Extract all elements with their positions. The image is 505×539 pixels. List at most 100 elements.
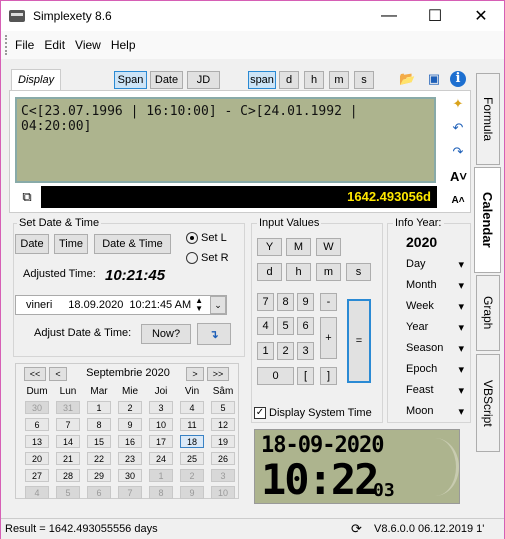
key-8[interactable]: 8 — [277, 293, 294, 311]
calendar-day[interactable]: 9 — [180, 486, 204, 499]
calendar-day[interactable]: 6 — [87, 486, 111, 499]
info-season-dropdown[interactable]: Season ▾ — [394, 342, 464, 355]
unit-span-button[interactable]: span — [248, 71, 276, 89]
mode-date-button[interactable]: Date — [150, 71, 183, 89]
calendar-day[interactable]: 6 — [25, 418, 49, 431]
calendar-day[interactable]: 4 — [180, 401, 204, 414]
unit-s-button[interactable]: s — [354, 71, 374, 89]
calendar-day[interactable]: 9 — [118, 418, 142, 431]
key-3[interactable]: 3 — [297, 342, 314, 360]
key-0[interactable]: 0 — [257, 367, 294, 385]
apply-arrow-icon[interactable]: ↴ — [197, 323, 231, 345]
calendar-day[interactable]: 5 — [211, 401, 235, 414]
unit-d-button[interactable]: d — [279, 71, 299, 89]
font-smaller-icon[interactable]: A˄ — [450, 193, 466, 209]
menu-file[interactable]: File — [15, 38, 34, 52]
key-2[interactable]: 2 — [277, 342, 294, 360]
set-r-radio[interactable]: Set R — [186, 252, 229, 264]
calendar-day[interactable]: 15 — [87, 435, 111, 448]
calendar-day[interactable]: 3 — [149, 401, 173, 414]
tab-vbscript[interactable]: VBScript — [476, 354, 500, 452]
key-open-bracket[interactable]: [ — [297, 367, 314, 385]
system-time-checkbox[interactable]: ✓ Display System Time — [254, 407, 372, 419]
calendar-day[interactable]: 10 — [211, 486, 235, 499]
unit-h-button[interactable]: h — [304, 71, 324, 89]
input-h-button[interactable]: h — [286, 263, 311, 281]
maximize-button[interactable]: ☐ — [412, 1, 458, 31]
calendar-day[interactable]: 8 — [87, 418, 111, 431]
redo-icon[interactable]: ↷ — [450, 144, 466, 160]
key-6[interactable]: 6 — [297, 317, 314, 335]
calendar-day[interactable]: 31 — [56, 401, 80, 414]
set-datetime-button[interactable]: Date & Time — [94, 234, 171, 254]
month-calendar[interactable]: << < Septembrie 2020 > >> Dum Lun Mar Mie Jo… — [15, 363, 239, 499]
calendar-day[interactable]: 2 — [180, 469, 204, 482]
info-day-dropdown[interactable]: Day ▾ — [394, 258, 464, 271]
tab-graph[interactable]: Graph — [476, 275, 500, 351]
calendar-day[interactable]: 26 — [211, 452, 235, 465]
input-w-button[interactable]: W — [316, 238, 341, 256]
save-icon[interactable]: ▣ — [426, 71, 442, 87]
input-y-button[interactable]: Y — [257, 238, 282, 256]
calendar-day[interactable]: 1 — [87, 401, 111, 414]
key-7[interactable]: 7 — [257, 293, 274, 311]
calendar-dropdown-icon[interactable]: ⌄ — [210, 296, 226, 314]
copy-icon[interactable]: ⧉ — [19, 189, 35, 205]
close-button[interactable]: ✕ — [458, 1, 504, 31]
calendar-day[interactable]: 7 — [118, 486, 142, 499]
font-larger-icon[interactable]: A˅ — [450, 169, 467, 185]
menu-help[interactable]: Help — [111, 38, 136, 52]
input-s-button[interactable]: s — [346, 263, 371, 281]
key-9[interactable]: 9 — [297, 293, 314, 311]
calendar-day[interactable]: 25 — [180, 452, 204, 465]
calendar-day[interactable]: 13 — [25, 435, 49, 448]
spinner-icon[interactable]: ▲ ▼ — [195, 297, 203, 313]
undo-icon[interactable]: ↶ — [450, 120, 466, 136]
calendar-day[interactable]: 12 — [211, 418, 235, 431]
key-5[interactable]: 5 — [277, 317, 294, 335]
datetime-picker[interactable]: vineri 18.09.2020 10:21:45 AM ▲ ▼ — [15, 295, 227, 315]
key-4[interactable]: 4 — [257, 317, 274, 335]
calendar-day[interactable]: 21 — [56, 452, 80, 465]
calendar-day[interactable]: 8 — [149, 486, 173, 499]
key-equals[interactable]: = — [347, 299, 371, 383]
info-epoch-dropdown[interactable]: Epoch ▾ — [394, 363, 464, 376]
calendar-day[interactable]: 18 — [180, 435, 204, 448]
info-week-dropdown[interactable]: Week ▾ — [394, 300, 464, 313]
tab-display[interactable]: Display — [11, 69, 61, 91]
info-month-dropdown[interactable]: Month ▾ — [394, 279, 464, 292]
tab-formula[interactable]: Formula — [476, 73, 500, 165]
mode-span-button[interactable]: Span — [114, 71, 147, 89]
refresh-icon[interactable]: ⟳ — [351, 521, 362, 537]
info-moon-dropdown[interactable]: Moon ▾ — [394, 405, 464, 418]
mode-jd-button[interactable]: JD — [187, 71, 220, 89]
calendar-day[interactable]: 30 — [118, 469, 142, 482]
menu-edit[interactable]: Edit — [44, 38, 65, 52]
key-plus[interactable]: + — [320, 317, 337, 359]
calendar-day[interactable]: 7 — [56, 418, 80, 431]
info-icon[interactable]: i — [450, 71, 466, 87]
set-time-button[interactable]: Time — [54, 234, 88, 254]
calendar-day[interactable]: 2 — [118, 401, 142, 414]
open-folder-icon[interactable]: 📂 — [399, 71, 415, 87]
now-button[interactable]: Now? — [141, 324, 191, 344]
calendar-day[interactable]: 29 — [87, 469, 111, 482]
calendar-day[interactable]: 19 — [211, 435, 235, 448]
menu-view[interactable]: View — [75, 38, 101, 52]
info-year-dropdown[interactable]: Year ▾ — [394, 321, 464, 334]
key-close-bracket[interactable]: ] — [320, 367, 337, 385]
minimize-button[interactable]: — — [366, 1, 412, 31]
calendar-day[interactable]: 24 — [149, 452, 173, 465]
unit-m-button[interactable]: m — [329, 71, 349, 89]
key-minus[interactable]: - — [320, 293, 337, 311]
calendar-day[interactable]: 20 — [25, 452, 49, 465]
calendar-day[interactable]: 10 — [149, 418, 173, 431]
key-1[interactable]: 1 — [257, 342, 274, 360]
new-icon[interactable]: ✦ — [450, 96, 466, 112]
input-m-button[interactable]: M — [286, 238, 311, 256]
calendar-day[interactable]: 4 — [25, 486, 49, 499]
set-date-button[interactable]: Date — [15, 234, 49, 254]
display-text[interactable]: C<[23.07.1996 | 16:10:00] - C>[24.01.199… — [15, 97, 436, 183]
calendar-day[interactable]: 23 — [118, 452, 142, 465]
calendar-day[interactable]: 14 — [56, 435, 80, 448]
